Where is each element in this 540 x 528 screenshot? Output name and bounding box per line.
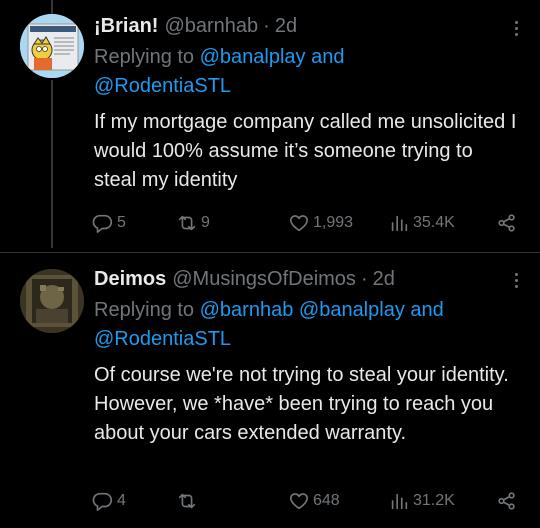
mention-link-rodentiastl[interactable]: @RodentiaSTL	[94, 75, 231, 97]
retweet-icon	[178, 493, 196, 509]
mention-link-barnhab[interactable]: @barnhab	[200, 299, 294, 321]
share-button[interactable]	[496, 212, 518, 234]
display-name[interactable]: Deimos	[94, 266, 166, 292]
share-button[interactable]	[496, 490, 518, 512]
views-count: 35.4K	[413, 214, 455, 231]
tweet-text: Of course we're not trying to steal your…	[94, 364, 509, 444]
like-button[interactable]: 648	[288, 490, 340, 512]
timestamp[interactable]: 2d	[373, 266, 395, 292]
tweet-content: Deimos @MusingsOfDeimos · 2d Replying to…	[94, 266, 520, 448]
heart-icon	[289, 215, 309, 232]
replying-to: Replying to @banalplay and @RodentiaSTL	[94, 43, 520, 101]
tweet-header: Deimos @MusingsOfDeimos · 2d	[94, 266, 520, 292]
avatar[interactable]	[20, 14, 84, 78]
like-button[interactable]: 1,993	[288, 212, 353, 234]
views-button[interactable]: 35.4K	[388, 212, 455, 234]
like-count: 1,993	[313, 214, 354, 231]
replying-to: Replying to @barnhab @banalplay and @Rod…	[94, 296, 520, 354]
views-button[interactable]: 31.2K	[388, 490, 455, 512]
share-icon	[498, 492, 515, 510]
more-options-icon[interactable]	[504, 16, 528, 40]
separator-dot: ·	[360, 268, 368, 290]
reply-count: 5	[117, 214, 126, 231]
tweet-text: If my mortgage company called me unsolic…	[94, 111, 517, 191]
dark-photo-avatar-icon	[20, 269, 84, 333]
tweet-actions: 4 648 31.2K	[92, 490, 518, 516]
mention-link-banalplay[interactable]: @banalplay	[299, 299, 405, 321]
retweet-icon	[178, 215, 196, 231]
reply-icon	[92, 214, 113, 233]
retweet-count: 9	[201, 214, 210, 231]
tweet-header: ¡Brian! @barnhab · 2d	[94, 13, 520, 39]
heart-icon	[289, 493, 309, 510]
tweet-1[interactable]: ¡Brian! @barnhab · 2d Replying to @banal…	[0, 0, 540, 252]
mention-link-rodentiastl[interactable]: @RodentiaSTL	[94, 328, 231, 350]
mention-link-banalplay[interactable]: @banalplay	[200, 46, 306, 68]
replying-to-label: Replying to	[94, 46, 195, 68]
more-options-icon[interactable]	[504, 268, 528, 292]
user-handle[interactable]: @barnhab	[164, 13, 258, 39]
retweet-button[interactable]	[176, 490, 201, 512]
avatar[interactable]	[20, 269, 84, 333]
views-count: 31.2K	[413, 492, 455, 509]
user-handle[interactable]: @MusingsOfDeimos	[172, 266, 356, 292]
tweet-2[interactable]: Deimos @MusingsOfDeimos · 2d Replying to…	[0, 252, 540, 528]
views-bar-chart-icon	[391, 215, 408, 232]
timestamp[interactable]: 2d	[275, 13, 297, 39]
reply-icon	[92, 492, 113, 511]
tweet-actions: 5 9 1,993 35.4K	[92, 212, 518, 238]
views-bar-chart-icon	[391, 493, 408, 510]
reply-button[interactable]: 4	[92, 490, 126, 512]
separator-dot: ·	[263, 15, 270, 37]
retweet-button[interactable]: 9	[176, 212, 210, 234]
cartoon-newspaper-avatar-icon	[20, 14, 84, 78]
like-count: 648	[313, 492, 340, 509]
share-icon	[498, 214, 515, 232]
mention-and-link[interactable]: and	[311, 46, 344, 68]
reply-button[interactable]: 5	[92, 212, 126, 234]
mention-and-link[interactable]: and	[410, 299, 443, 321]
reply-count: 4	[117, 492, 126, 509]
display-name[interactable]: ¡Brian!	[94, 13, 158, 39]
replying-to-label: Replying to	[94, 299, 195, 321]
tweet-content: ¡Brian! @barnhab · 2d Replying to @banal…	[94, 13, 520, 195]
